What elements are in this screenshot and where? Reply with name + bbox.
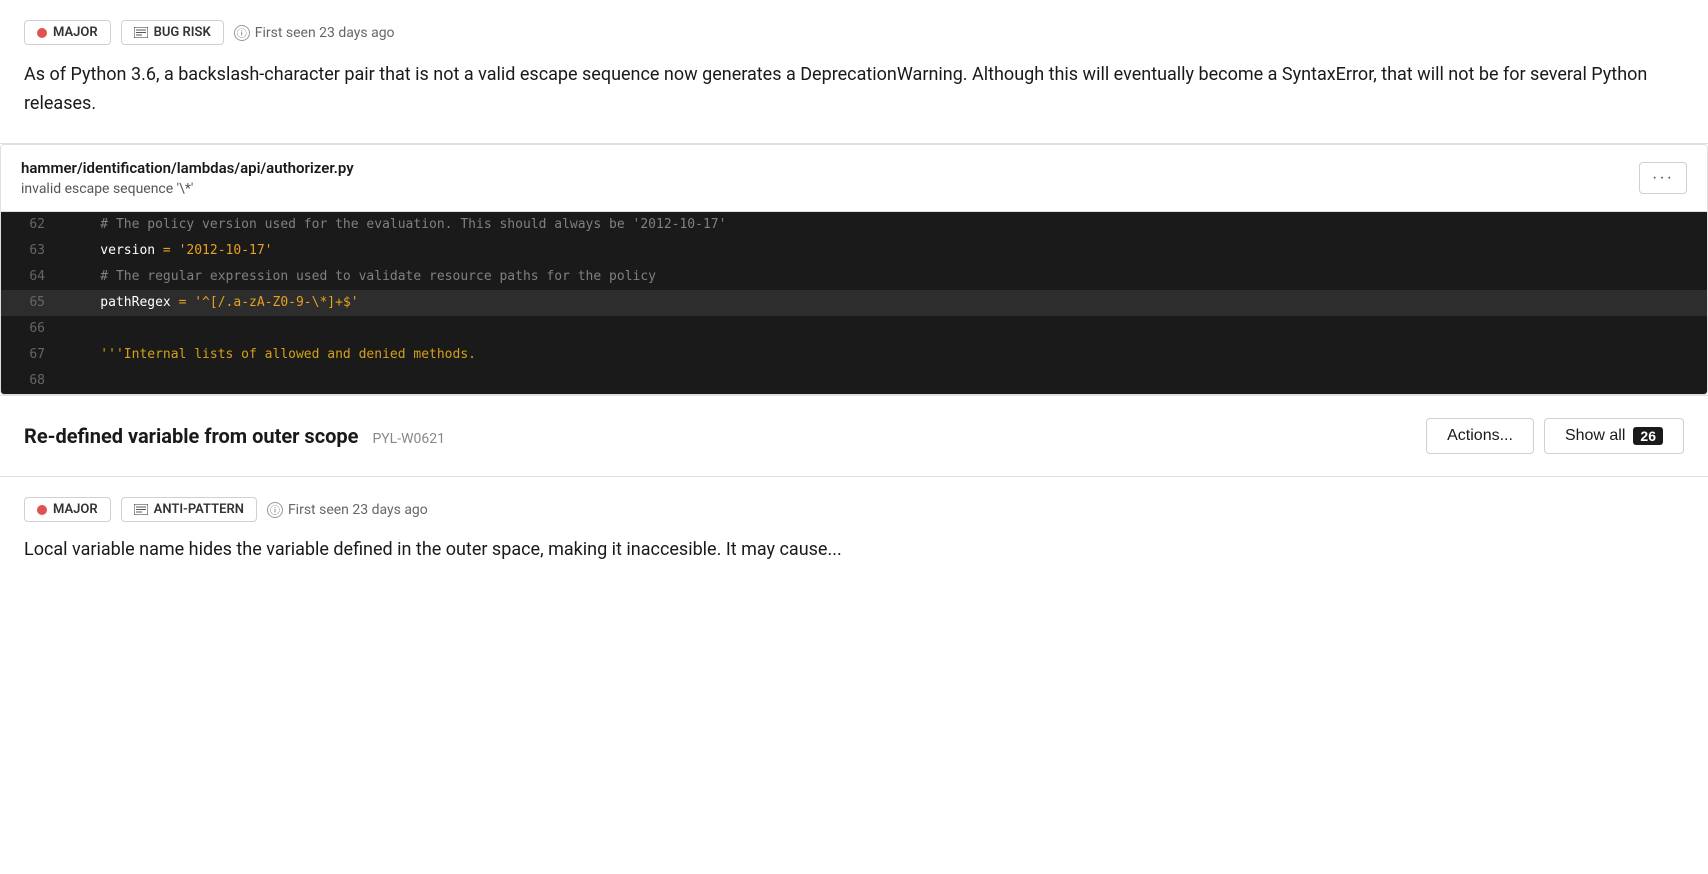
line-number-62: 62 (1, 212, 61, 238)
major-badge: MAJOR (24, 20, 111, 45)
line-number-63: 63 (1, 238, 61, 264)
issue-section-title: Re-defined variable from outer scope (24, 424, 358, 448)
first-seen-text: First seen 23 days ago (255, 25, 395, 41)
bottom-major-dot (37, 505, 47, 515)
line-content-65: pathRegex = '^[/.a-zA-Z0-9-\*]+$' (61, 290, 1707, 316)
bottom-first-seen-info: ⓘ First seen 23 days ago (267, 502, 428, 518)
anti-pattern-label: ANTI-PATTERN (154, 502, 244, 517)
bottom-major-badge: MAJOR (24, 497, 111, 522)
bottom-badges-row: MAJOR ANTI-PATTERN ⓘ First seen 23 days … (24, 497, 1684, 522)
bottom-major-label: MAJOR (53, 502, 98, 517)
code-line-63: 63 version = '2012-10-17' (1, 238, 1707, 264)
bug-risk-icon (134, 28, 148, 38)
file-path: hammer/identification/lambdas/api/author… (21, 159, 354, 177)
file-header: hammer/identification/lambdas/api/author… (1, 145, 1707, 212)
line-content-64: # The regular expression used to validat… (61, 264, 1707, 290)
line-number-66: 66 (1, 316, 61, 342)
line-content-68 (61, 368, 1707, 394)
line-number-65: 65 (1, 290, 61, 316)
major-label: MAJOR (53, 25, 98, 40)
first-seen-info: ⓘ First seen 23 days ago (234, 25, 395, 41)
bug-risk-label: BUG RISK (154, 25, 211, 40)
page-container: MAJOR BUG RISK ⓘ First seen 23 days ago (0, 0, 1708, 583)
file-subtitle: invalid escape sequence '\*' (21, 181, 354, 197)
file-header-left: hammer/identification/lambdas/api/author… (21, 159, 354, 197)
info-circle-icon: ⓘ (234, 25, 250, 41)
code-line-62: 62 # The policy version used for the eva… (1, 212, 1707, 238)
file-section: hammer/identification/lambdas/api/author… (0, 144, 1708, 396)
show-all-label: Show all (1565, 427, 1625, 445)
show-all-button[interactable]: Show all 26 (1544, 418, 1684, 454)
show-all-count: 26 (1633, 427, 1663, 445)
issue-section-actions: Actions... Show all 26 (1426, 418, 1684, 454)
line-content-66 (61, 316, 1707, 342)
issue-section-title-container: Re-defined variable from outer scope PYL… (24, 424, 445, 448)
top-description-section: MAJOR BUG RISK ⓘ First seen 23 days ago (0, 0, 1708, 144)
code-line-67: 67 '''Internal lists of allowed and deni… (1, 342, 1707, 368)
description-text: As of Python 3.6, a backslash-character … (24, 61, 1684, 119)
code-line-64: 64 # The regular expression used to vali… (1, 264, 1707, 290)
code-line-66: 66 (1, 316, 1707, 342)
bug-risk-badge: BUG RISK (121, 20, 224, 45)
issue-section-tag: PYL-W0621 (372, 431, 445, 447)
code-block: 62 # The policy version used for the eva… (1, 212, 1707, 395)
line-content-62: # The policy version used for the evalua… (61, 212, 1707, 238)
code-line-68: 68 (1, 368, 1707, 394)
bottom-issue-description: Local variable name hides the variable d… (24, 536, 1684, 563)
line-number-64: 64 (1, 264, 61, 290)
code-line-65: 65 pathRegex = '^[/.a-zA-Z0-9-\*]+$' (1, 290, 1707, 316)
line-number-68: 68 (1, 368, 61, 394)
top-badges-row: MAJOR BUG RISK ⓘ First seen 23 days ago (24, 20, 1684, 45)
major-dot (37, 28, 47, 38)
actions-button[interactable]: Actions... (1426, 418, 1534, 454)
bottom-first-seen-text: First seen 23 days ago (288, 502, 428, 518)
more-options-button[interactable]: ··· (1639, 162, 1687, 194)
line-content-67: '''Internal lists of allowed and denied … (61, 342, 1707, 368)
anti-pattern-icon (134, 505, 148, 515)
bottom-issue-entry: MAJOR ANTI-PATTERN ⓘ First seen 23 days … (0, 477, 1708, 583)
bottom-info-circle-icon: ⓘ (267, 502, 283, 518)
issue-section-header: Re-defined variable from outer scope PYL… (0, 395, 1708, 477)
line-number-67: 67 (1, 342, 61, 368)
line-content-63: version = '2012-10-17' (61, 238, 1707, 264)
anti-pattern-badge: ANTI-PATTERN (121, 497, 257, 522)
